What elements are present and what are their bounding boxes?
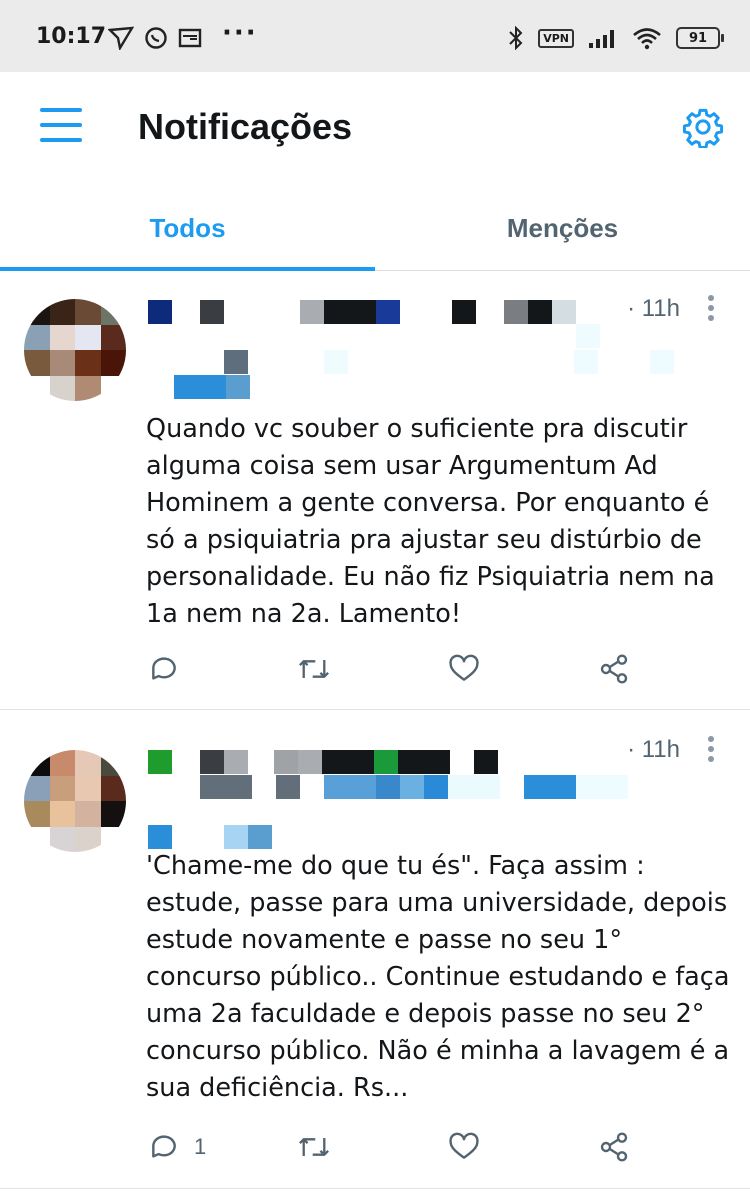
battery-icon: 91 [676,27,724,49]
tab-bar: Todos Menções [0,186,750,271]
retweet-button[interactable] [296,1131,332,1163]
tweet-actions [146,653,646,693]
share-icon [600,654,628,684]
tab-mencoes[interactable]: Menções [375,186,750,270]
avatar[interactable] [24,750,126,852]
author-handle-redacted-2 [148,350,674,374]
like-button[interactable] [448,1131,480,1163]
author-handle-redacted [426,324,600,348]
author-handle-redacted-3 [174,375,250,399]
tweet-text: Quando vc souber o suficiente pra discut… [146,414,715,629]
hamburger-menu-icon[interactable] [40,108,82,144]
notification-tweet[interactable]: · 11h Quando vc souber o suficiente pra … [0,271,750,710]
share-button[interactable] [598,1131,630,1163]
tab-todos[interactable]: Todos [0,186,375,270]
tweet-timestamp: · 11h [627,736,680,763]
signal-icon [589,30,614,48]
reply-button[interactable] [148,653,194,685]
app-bar: Notificações [0,72,750,182]
send-icon [108,26,134,50]
avatar[interactable] [24,299,126,401]
author-name-redacted [148,300,576,324]
bluetooth-icon [509,26,523,50]
tweet-timestamp: · 11h [627,295,680,322]
gear-icon[interactable] [682,106,724,148]
wifi-icon [633,28,661,50]
retweet-icon [299,660,329,678]
author-handle-redacted-2 [148,825,272,849]
more-options-icon[interactable] [708,736,718,766]
status-more-icon: ··· [222,18,258,48]
tweet-text: 'Chame-me do que tu és". Faça assim : es… [146,851,730,1103]
status-notification-icons [108,26,202,50]
more-options-icon[interactable] [708,295,718,325]
news-icon [178,28,202,48]
retweet-icon [299,1138,329,1156]
reply-count: 1 [194,1134,207,1159]
share-button[interactable] [598,653,630,685]
status-bar: 10:17 ··· VPN 91 [0,0,750,72]
like-button[interactable] [448,653,480,685]
status-time: 10:17 [36,24,107,49]
whatsapp-icon [145,27,167,49]
vpn-icon: VPN [538,28,574,48]
share-icon [600,1132,628,1162]
heart-icon [449,1132,479,1159]
retweet-button[interactable] [296,653,332,685]
status-system-icons: VPN 91 [508,26,724,50]
author-name-redacted [148,750,498,774]
reply-icon [152,1135,176,1158]
reply-button[interactable]: 1 [148,1131,206,1163]
notification-tweet[interactable]: · 11h 'Chame-me do que tu és". Faça assi… [0,710,750,1189]
tweet-actions: 1 [146,1131,646,1171]
page-title: Notificações [138,106,353,147]
heart-icon [449,654,479,681]
author-handle-redacted [148,775,628,799]
reply-icon [152,657,176,680]
